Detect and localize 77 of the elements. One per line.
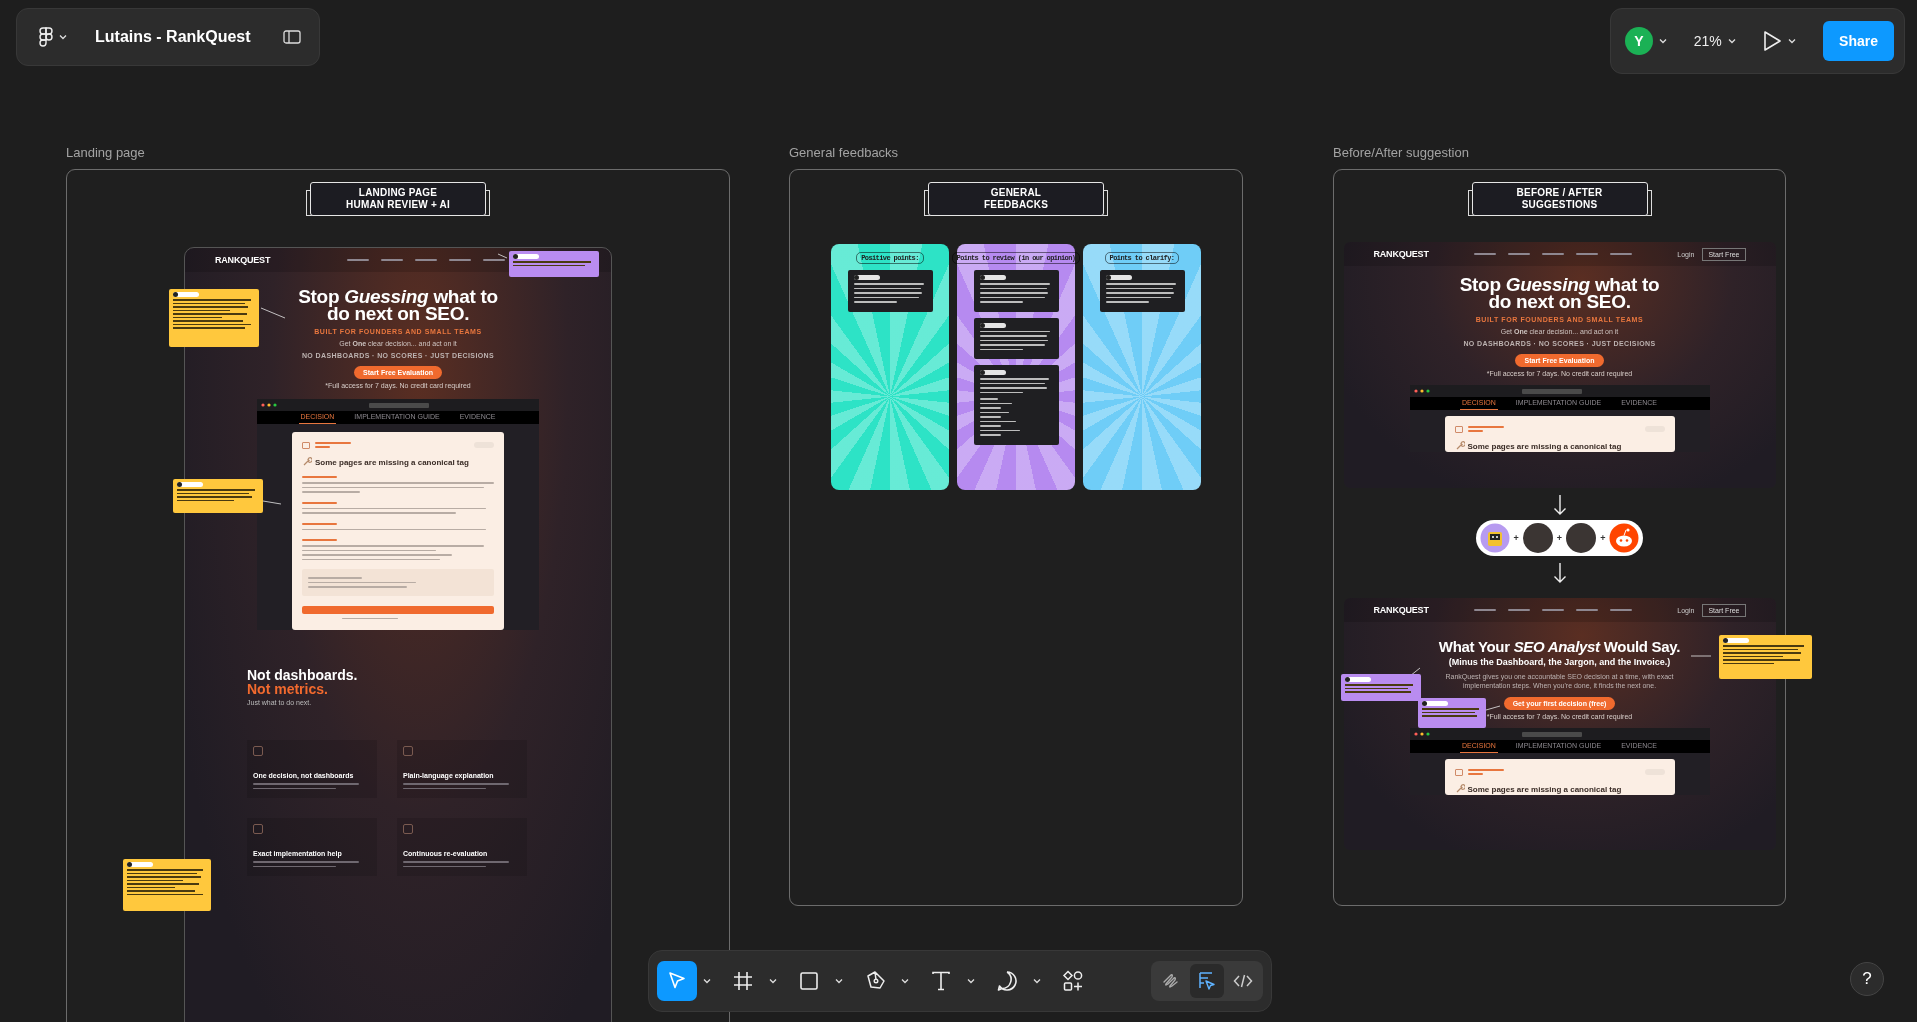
caret-icon — [1727, 38, 1736, 44]
frame-label[interactable]: Landing page — [66, 145, 730, 169]
tag-icon — [302, 441, 310, 449]
caret-icon[interactable] — [1788, 38, 1797, 44]
author-chip — [1345, 677, 1371, 682]
shapes-plus-icon[interactable] — [1061, 969, 1085, 993]
arrow-down-icon — [1552, 562, 1567, 584]
issue-title: Some pages are missing a canonical tag — [1467, 784, 1622, 794]
play-icon[interactable] — [1762, 30, 1783, 52]
plus-sign: + — [1513, 533, 1519, 543]
section-title: Not dashboards. — [247, 668, 359, 683]
move-tool-button[interactable] — [657, 961, 697, 1001]
plus-sign: + — [1556, 533, 1563, 543]
feature-icon — [253, 746, 263, 757]
site-logo: RANKQUEST — [1373, 249, 1429, 259]
window-dots-icon — [1413, 389, 1430, 393]
banner-title: LANDING PAGE HUMAN REVIEW + AI — [346, 187, 450, 211]
alien-mascot-icon — [1609, 523, 1640, 553]
caret-icon[interactable] — [967, 978, 975, 984]
caret-icon[interactable] — [703, 978, 711, 984]
avatar-placeholder — [1566, 523, 1597, 553]
tag-icon — [1454, 425, 1463, 433]
caret-icon[interactable] — [1659, 38, 1667, 44]
issue-title: Some pages are missing a canonical tag — [1467, 441, 1622, 451]
frame-tool-icon[interactable] — [731, 969, 755, 993]
wrench-icon — [1454, 441, 1465, 451]
window-dots-icon — [261, 403, 277, 408]
frame-label[interactable]: General feedbacks — [789, 145, 1243, 169]
sidebar-toggle-icon[interactable] — [283, 30, 301, 44]
author-chip — [127, 862, 153, 867]
rectangle-tool-icon[interactable] — [797, 969, 821, 993]
hero-headline: Stop Guessing what to do next on SEO. — [1458, 276, 1661, 310]
leader-line — [258, 305, 288, 321]
leader-line — [260, 498, 284, 507]
site-logo: RANKQUEST — [1373, 605, 1429, 615]
author-chip — [173, 292, 199, 297]
issue-title: Some pages are missing a canonical tag — [315, 457, 469, 467]
site-logo: RANKQUEST — [215, 255, 271, 266]
author-chip — [177, 482, 203, 487]
address-bar — [1521, 731, 1582, 737]
figma-logo-icon — [39, 27, 53, 47]
arrow-down-icon — [1552, 494, 1567, 516]
author-chip — [1723, 638, 1749, 643]
wrench-icon — [1454, 784, 1465, 794]
banner-title: BEFORE / AFTER SUGGESTIONS — [1516, 187, 1603, 211]
leader-line — [1688, 653, 1714, 659]
caret-icon[interactable] — [835, 978, 843, 984]
tag-icon — [1454, 768, 1463, 776]
author-chip — [513, 254, 539, 259]
feature-icon — [403, 824, 413, 835]
hero-headline: Stop Guessing what to do next on SEO. — [297, 288, 499, 323]
robot-avatar-icon — [1479, 523, 1510, 553]
banner-title: GENERAL FEEDBACKS — [984, 187, 1048, 211]
hero-headline: What Your SEO Analyst Would Say. — [1438, 638, 1681, 655]
address-bar — [369, 402, 429, 408]
section-title-accent: Not metrics. — [247, 682, 329, 697]
caret-icon — [59, 34, 67, 40]
feature-icon — [403, 746, 413, 757]
plus-sign: + — [1600, 533, 1606, 543]
caret-icon[interactable] — [1033, 978, 1041, 984]
window-dots-icon — [1413, 732, 1430, 736]
feature-icon — [253, 824, 263, 835]
implementation-button[interactable] — [302, 605, 494, 614]
help-button[interactable]: ? — [1850, 962, 1884, 996]
caret-icon[interactable] — [769, 978, 777, 984]
leader-line — [1483, 703, 1503, 713]
frame-label[interactable]: Before/After suggestion — [1333, 145, 1786, 169]
address-bar — [1521, 388, 1582, 394]
avatar-placeholder — [1522, 523, 1553, 553]
zoom-dropdown[interactable]: 21% — [1693, 33, 1736, 49]
wrench-icon — [302, 457, 312, 468]
leader-line — [495, 251, 510, 261]
author-chip — [1422, 701, 1448, 706]
caret-icon[interactable] — [901, 978, 909, 984]
text-tool-icon[interactable] — [929, 969, 953, 993]
hero-subheadline: (Minus the Dashboard, the Jargon, and the Invoice.) — [1448, 657, 1671, 667]
file-name[interactable]: Lutains - RankQuest — [95, 28, 269, 46]
